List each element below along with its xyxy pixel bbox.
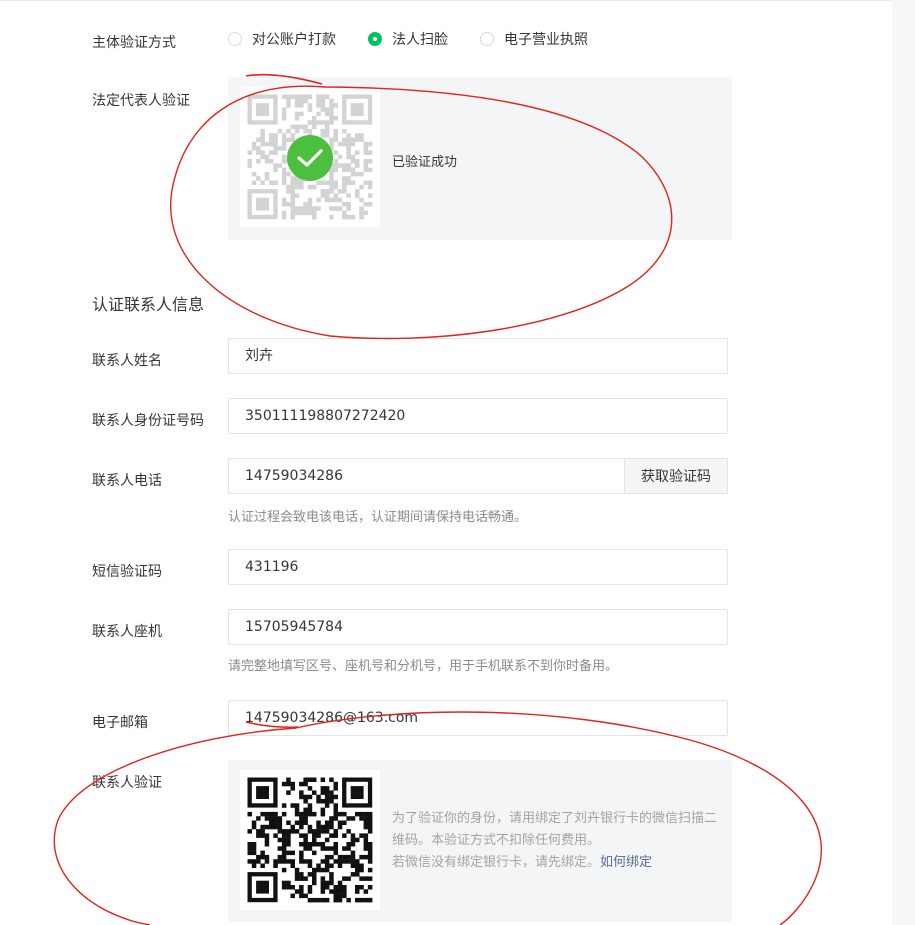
email-input[interactable]: 14759034286@163.com: [228, 700, 728, 736]
legal-rep-panel: 已验证成功: [228, 77, 732, 240]
verify-success-text: 已验证成功: [392, 155, 458, 170]
contact-name-input[interactable]: 刘卉: [228, 338, 728, 374]
email-label: 电子邮箱: [92, 715, 148, 731]
subject-verify-label: 主体验证方式: [92, 35, 176, 51]
sms-code-label: 短信验证码: [92, 564, 162, 580]
contact-verify-desc-line2-wrap: 若微信没有绑定银行卡，请先绑定。如何绑定: [392, 852, 722, 874]
success-check-icon: [287, 135, 333, 181]
contact-verify-panel: 为了验证你的身份，请用绑定了刘卉银行卡的微信扫描二维码。本验证方式不扣除任何费用…: [228, 760, 732, 922]
radio-label: 法人扫脸: [392, 32, 448, 48]
contact-verify-label: 联系人验证: [92, 775, 162, 791]
contact-phone-input[interactable]: 14759034286: [228, 458, 625, 494]
radio-legal-face-scan[interactable]: 法人扫脸: [368, 29, 448, 49]
contact-id-input[interactable]: 350111198807272420: [228, 398, 728, 434]
right-scroll-track[interactable]: [892, 0, 915, 925]
radio-circle: [228, 32, 242, 46]
radio-e-business-license[interactable]: 电子营业执照: [480, 29, 588, 49]
legal-rep-label: 法定代表人验证: [92, 93, 190, 109]
get-verify-code-button[interactable]: 获取验证码: [624, 458, 728, 494]
landline-input[interactable]: 15705945784: [228, 609, 728, 645]
contact-verify-qr-code: [240, 770, 380, 910]
radio-circle: [368, 32, 382, 46]
contact-verify-desc-line1: 为了验证你的身份，请用绑定了刘卉银行卡的微信扫描二维码。本验证方式不扣除任何费用…: [392, 811, 718, 848]
contact-verify-description: 为了验证你的身份，请用绑定了刘卉银行卡的微信扫描二维码。本验证方式不扣除任何费用…: [392, 808, 722, 874]
contact-phone-label: 联系人电话: [92, 473, 162, 489]
how-to-bind-link[interactable]: 如何绑定: [600, 855, 652, 870]
contact-id-label: 联系人身份证号码: [92, 413, 204, 429]
contact-verify-desc-line2: 若微信没有绑定银行卡，请先绑定。: [392, 855, 601, 870]
radio-label: 电子营业执照: [504, 32, 588, 48]
landline-label: 联系人座机: [92, 624, 162, 640]
subject-verify-radio-group: 对公账户打款 法人扫脸 电子营业执照: [228, 28, 620, 50]
top-divider: [0, 0, 892, 1]
sms-code-input[interactable]: 431196: [228, 549, 728, 585]
landline-hint: 请完整地填写区号、座机号和分机号，用于手机联系不到你时备用。: [228, 659, 619, 674]
phone-hint: 认证过程会致电该电话，认证期间请保持电话畅通。: [228, 510, 528, 525]
radio-circle: [480, 32, 494, 46]
radio-public-account[interactable]: 对公账户打款: [228, 29, 336, 49]
contact-section-title: 认证联系人信息: [92, 295, 205, 314]
radio-label: 对公账户打款: [252, 32, 336, 48]
contact-name-label: 联系人姓名: [92, 353, 162, 369]
